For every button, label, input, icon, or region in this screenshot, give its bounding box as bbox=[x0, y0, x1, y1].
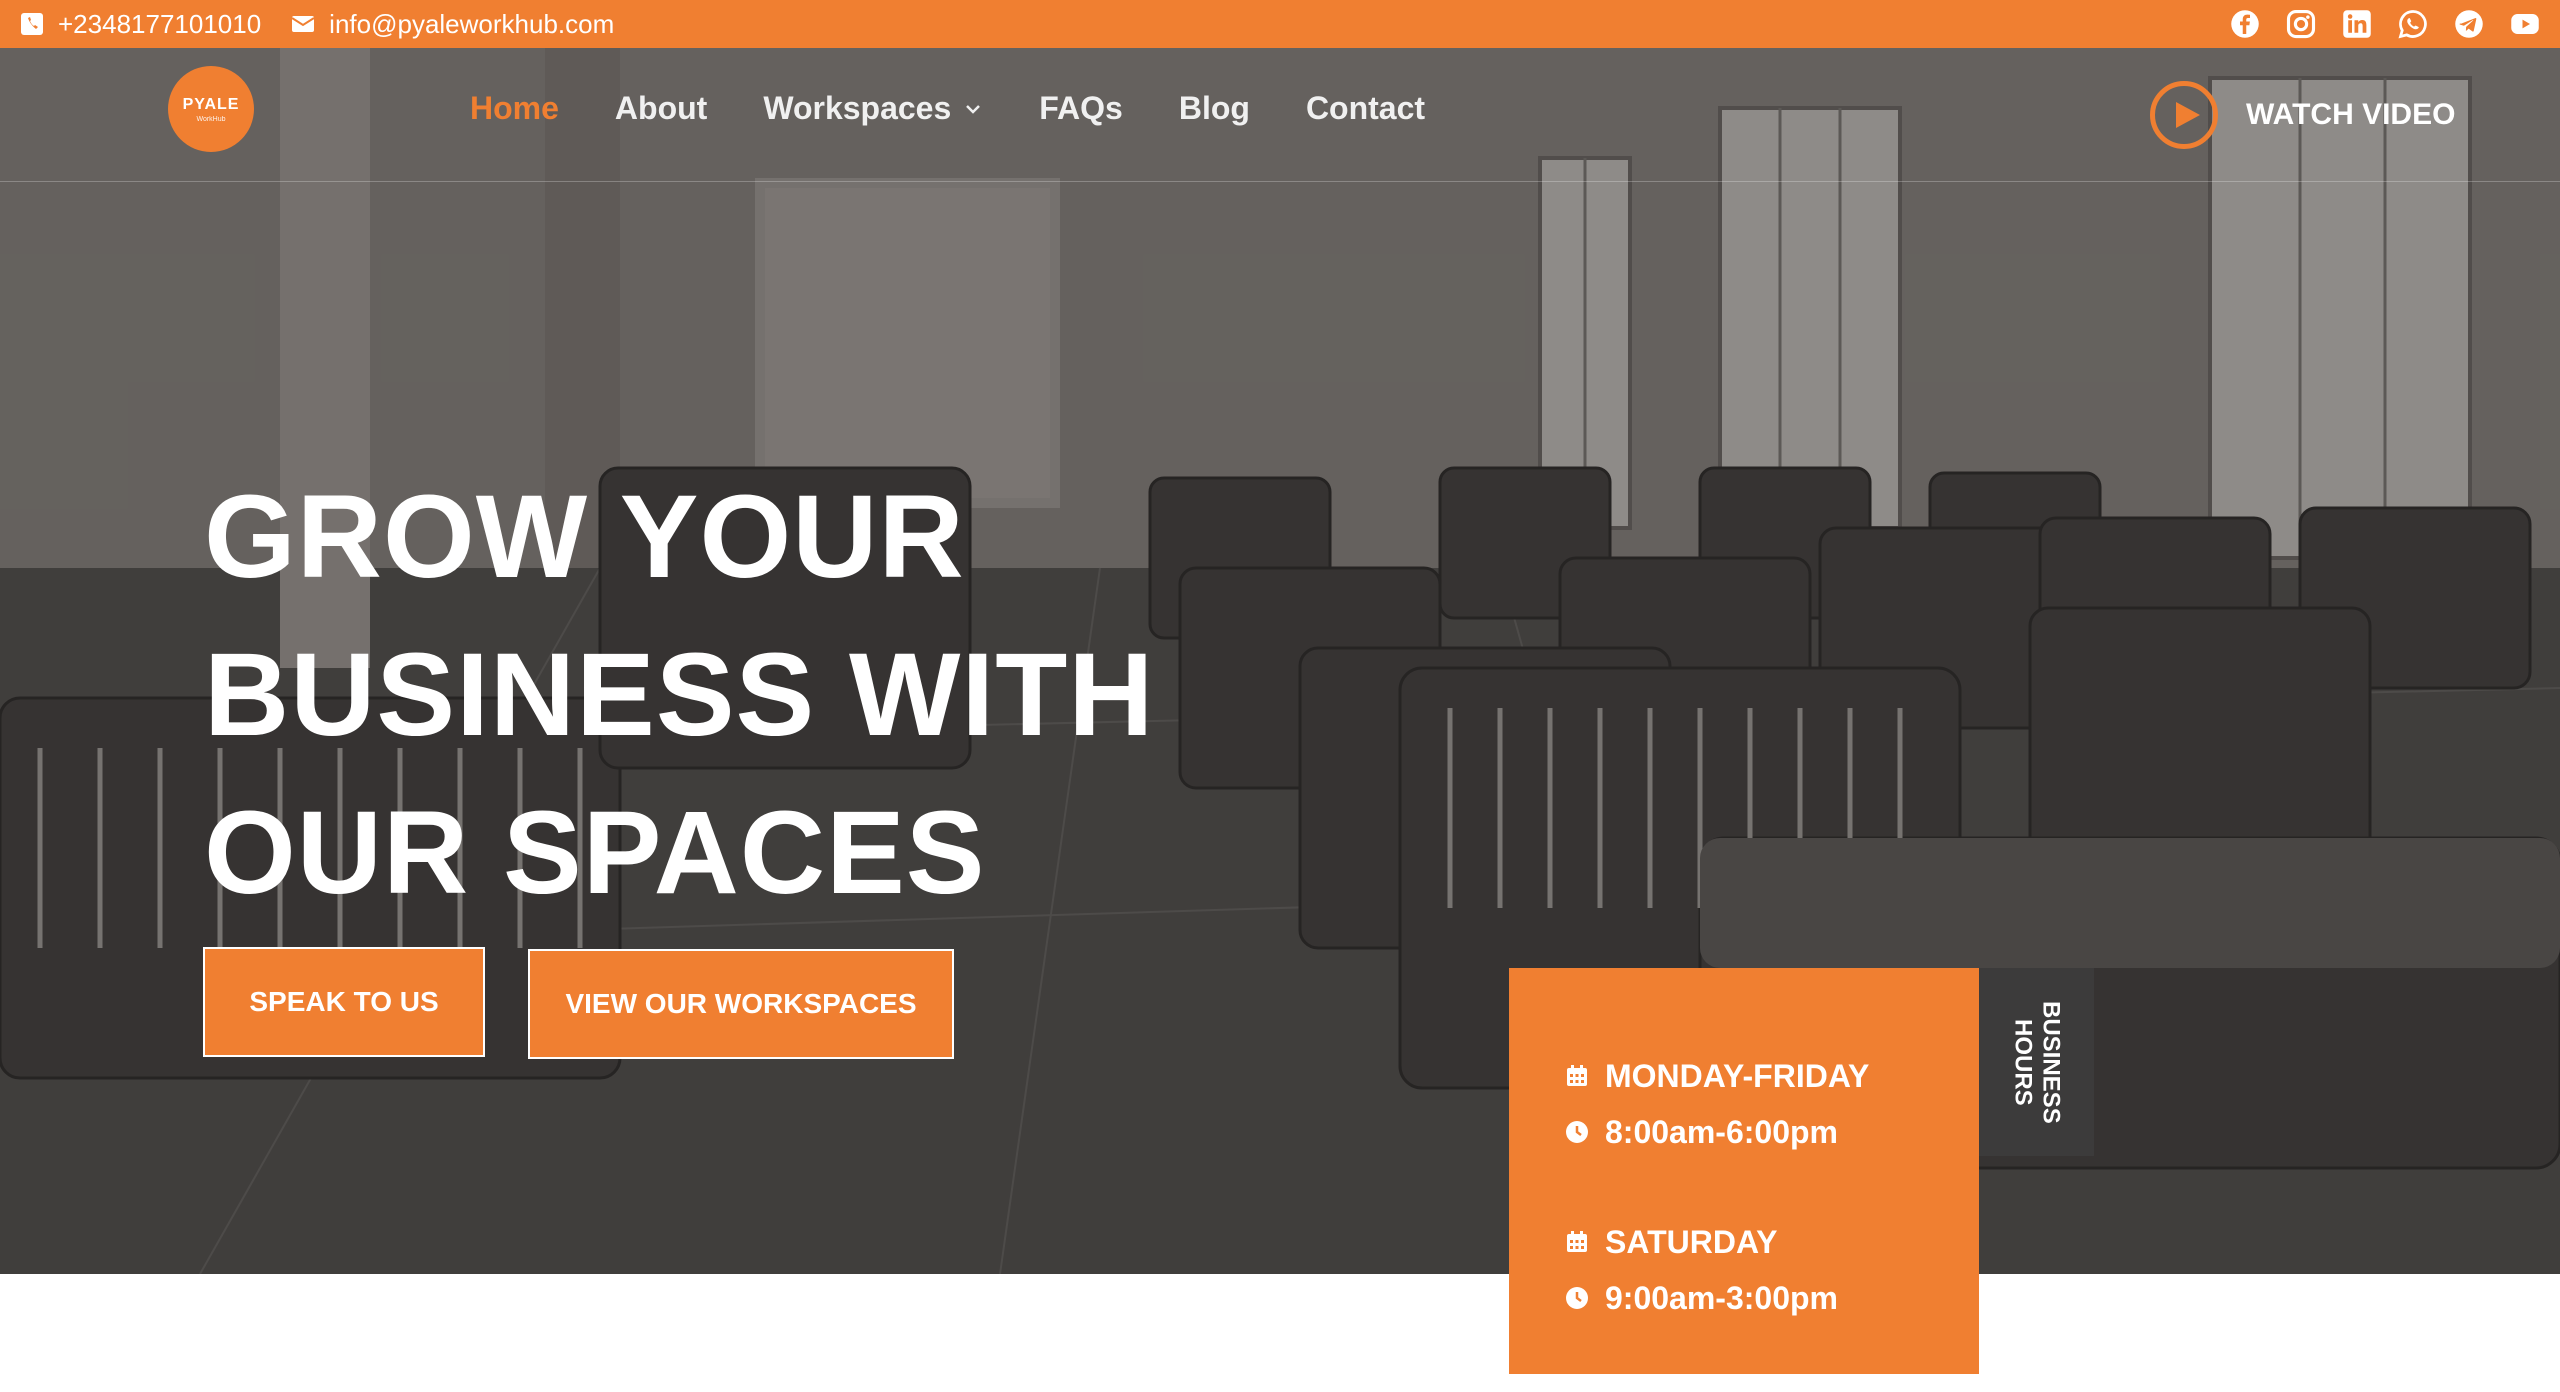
envelope-icon bbox=[291, 16, 315, 32]
nav-menu: Home About Workspaces FAQs Blog Contact bbox=[470, 90, 1425, 127]
business-hours-tab-label: BUSINESS HOURS bbox=[2009, 1000, 2065, 1124]
youtube-icon[interactable] bbox=[2510, 9, 2540, 39]
top-bar: +2348177101010 info@pyaleworkhub.com bbox=[0, 0, 2560, 48]
phone-number: +2348177101010 bbox=[58, 8, 262, 39]
headline-line-3: OUR SPACES bbox=[204, 787, 986, 919]
hero-headline: GROW YOUR BUSINESS WITH OUR SPACES bbox=[204, 458, 1204, 932]
logo-subtitle: WorkHub bbox=[196, 115, 226, 123]
weekdays-row: MONDAY-FRIDAY bbox=[1565, 1048, 1979, 1104]
saturday-time: 9:00am-3:00pm bbox=[1605, 1279, 1838, 1316]
logo-title: PYALE bbox=[182, 95, 240, 113]
calendar-icon bbox=[1567, 1231, 1587, 1252]
contact-info: +2348177101010 info@pyaleworkhub.com bbox=[20, 9, 614, 40]
saturday-row: SATURDAY bbox=[1565, 1214, 1979, 1270]
nav-item-about[interactable]: About bbox=[615, 90, 707, 127]
email-link[interactable]: info@pyaleworkhub.com bbox=[291, 9, 614, 40]
telegram-icon[interactable] bbox=[2454, 9, 2484, 39]
weekdays-time: 8:00am-6:00pm bbox=[1605, 1113, 1838, 1150]
nav-item-workspaces-label: Workspaces bbox=[763, 90, 952, 126]
main-navigation: PYALE WorkHub Home About Workspaces FAQs… bbox=[0, 48, 2560, 182]
phone-icon bbox=[21, 13, 43, 35]
nav-item-faqs[interactable]: FAQs bbox=[1039, 90, 1123, 127]
clock-icon bbox=[1566, 1121, 1588, 1143]
site-logo[interactable]: PYALE WorkHub bbox=[168, 66, 254, 152]
phone-link[interactable]: +2348177101010 bbox=[20, 9, 261, 40]
nav-item-home[interactable]: Home bbox=[470, 90, 559, 127]
social-links bbox=[2230, 9, 2540, 39]
business-hours-tab[interactable]: BUSINESS HOURS bbox=[1979, 968, 2094, 1156]
view-workspaces-button[interactable]: VIEW OUR WORKSPACES bbox=[528, 949, 954, 1059]
chevron-down-icon bbox=[966, 104, 981, 114]
nav-item-blog[interactable]: Blog bbox=[1179, 90, 1250, 127]
instagram-icon[interactable] bbox=[2286, 9, 2316, 39]
weekdays-label: MONDAY-FRIDAY bbox=[1605, 1057, 1870, 1094]
facebook-icon[interactable] bbox=[2230, 9, 2260, 39]
headline-line-2: BUSINESS WITH bbox=[204, 629, 1155, 761]
nav-item-contact[interactable]: Contact bbox=[1306, 90, 1425, 127]
whatsapp-icon[interactable] bbox=[2398, 9, 2428, 39]
linkedin-icon[interactable] bbox=[2342, 9, 2372, 39]
nav-item-workspaces[interactable]: Workspaces bbox=[763, 90, 983, 127]
play-icon bbox=[2150, 81, 2218, 149]
weekdays-time-row: 8:00am-6:00pm bbox=[1565, 1104, 1979, 1160]
watch-video-label: WATCH VIDEO bbox=[2246, 98, 2456, 131]
email-address: info@pyaleworkhub.com bbox=[329, 8, 615, 39]
calendar-icon bbox=[1567, 1065, 1587, 1086]
watch-video-button[interactable]: WATCH VIDEO bbox=[2150, 81, 2455, 149]
clock-icon bbox=[1566, 1287, 1588, 1309]
business-hours-card: MONDAY-FRIDAY 8:00am-6:00pm SATURDAY 9:0… bbox=[1509, 968, 1979, 1374]
headline-line-1: GROW YOUR bbox=[204, 471, 965, 603]
saturday-label: SATURDAY bbox=[1605, 1223, 1778, 1260]
saturday-time-row: 9:00am-3:00pm bbox=[1565, 1270, 1979, 1326]
speak-to-us-button[interactable]: SPEAK TO US bbox=[203, 947, 485, 1057]
